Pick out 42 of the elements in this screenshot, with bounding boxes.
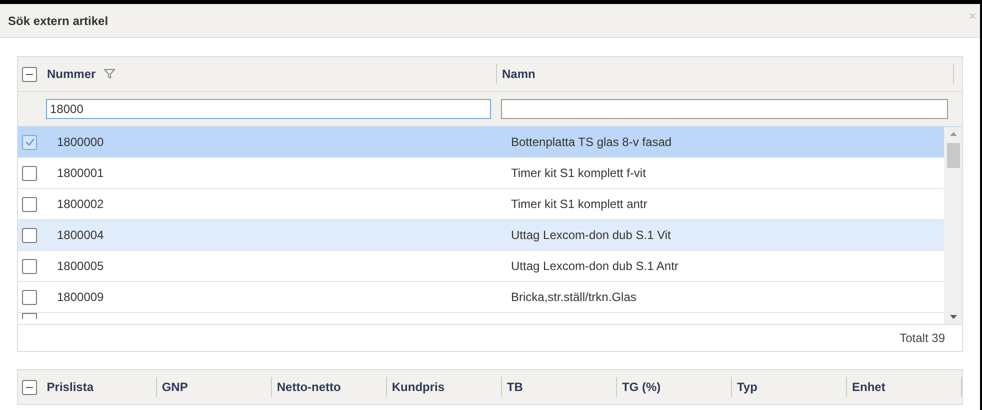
column-header[interactable]: Prislista	[46, 378, 94, 396]
checkbox[interactable]	[22, 134, 37, 150]
table-cell-text: Bricka,str.ställ/trkn.Glas	[510, 289, 638, 306]
collapse-all-icon[interactable]	[22, 66, 37, 82]
table-cell-text: 1800002	[56, 196, 105, 213]
table-cell-text: Bottenplatta TS glas 8-v fasad	[510, 134, 673, 151]
column-header[interactable]: TG (%)	[622, 378, 661, 396]
article-row[interactable]: 1800004 Uttag Lexcom-don dub S.1 Vit	[18, 220, 944, 251]
column-header[interactable]: TB	[506, 378, 523, 396]
table-cell-text: 1800000	[56, 134, 105, 151]
column-header[interactable]: Nummer	[41, 64, 496, 84]
total-count: Totalt 39	[900, 330, 945, 347]
column-header[interactable]: Typ	[736, 378, 758, 396]
filter-field[interactable]: 18000	[46, 99, 491, 119]
column-header[interactable]: GNP	[162, 378, 188, 396]
checkbox[interactable]	[22, 166, 37, 180]
dialog-title: Sök extern artikel	[8, 12, 108, 30]
column-header[interactable]: Kundpris	[392, 378, 445, 396]
checkbox[interactable]	[22, 290, 37, 304]
scroll-up-icon[interactable]	[950, 132, 956, 136]
table-cell-text: Uttag Lexcom-don dub S.1 Vit	[510, 227, 672, 244]
scroll-thumb[interactable]	[946, 143, 960, 168]
table-cell-text: Uttag Lexcom-don dub S.1 Antr	[510, 258, 680, 275]
column-header[interactable]: Netto-netto	[276, 378, 341, 396]
checkmark-icon	[24, 137, 34, 147]
filter-field[interactable]	[501, 99, 948, 119]
column-header[interactable]: Enhet	[852, 378, 886, 396]
table-cell-text: 1800004	[56, 227, 105, 244]
scrollbar[interactable]	[944, 127, 962, 324]
checkbox[interactable]	[22, 258, 37, 274]
table-cell-text: 1800005	[56, 258, 105, 275]
table-cell-text: Timer kit S1 komplett f-vit	[510, 165, 647, 182]
checkbox[interactable]	[22, 196, 37, 212]
column-header[interactable]: Namn	[496, 64, 953, 84]
table-cell-text: Timer kit S1 komplett antr	[510, 196, 648, 213]
article-row[interactable]: 1800000 Bottenplatta TS glas 8-v fasad	[18, 127, 944, 158]
checkbox[interactable]	[22, 228, 37, 242]
table-cell-text: 1800001	[56, 165, 105, 182]
filter-icon[interactable]	[104, 69, 115, 79]
table-cell-text: 1800009	[56, 289, 105, 306]
scroll-down-icon[interactable]	[950, 315, 956, 319]
collapse-all-icon[interactable]	[22, 380, 37, 394]
